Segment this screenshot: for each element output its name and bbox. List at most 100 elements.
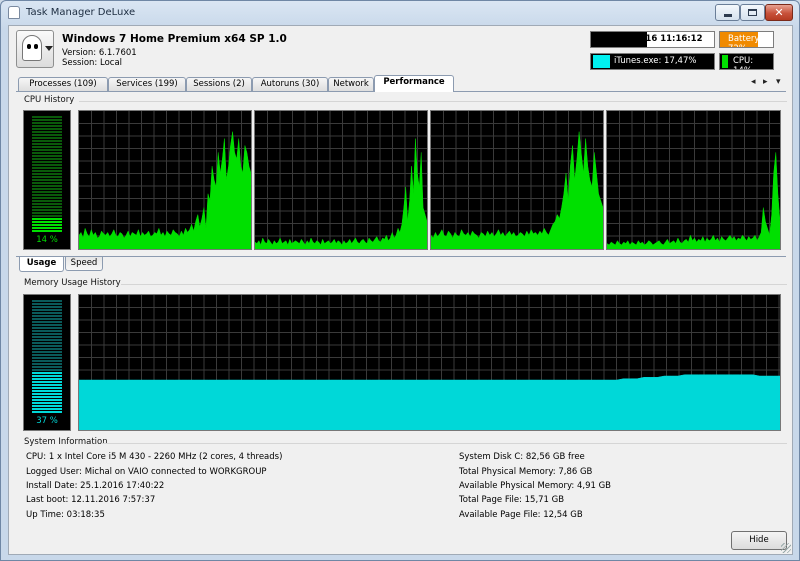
tab-sessions[interactable]: Sessions (2) bbox=[186, 77, 252, 91]
minimize-icon bbox=[723, 14, 732, 17]
meter-segment bbox=[32, 387, 62, 389]
info-up-time: Up Time: 03:18:35 bbox=[26, 510, 105, 520]
info-install-date: Install Date: 25.1.2016 17:40:22 bbox=[26, 481, 165, 491]
meter-segment bbox=[32, 348, 62, 350]
resize-grip[interactable] bbox=[781, 543, 791, 553]
meter-segment bbox=[32, 369, 62, 371]
top-process-label: iTunes.exe: 17,47% bbox=[614, 56, 697, 66]
tab-menu-icon[interactable]: ▾ bbox=[776, 77, 781, 87]
meter-segment bbox=[32, 170, 62, 172]
cpu-label: CPU: 14% bbox=[733, 56, 754, 69]
meter-segment bbox=[32, 182, 62, 184]
usage-area bbox=[607, 152, 780, 249]
meter-segment bbox=[32, 375, 62, 377]
minimize-button[interactable] bbox=[715, 4, 740, 21]
meter-segment bbox=[32, 227, 62, 229]
info-available-physical-memory: Available Physical Memory: 4,91 GB bbox=[459, 481, 612, 491]
info-system-disk: System Disk C: 82,56 GB free bbox=[459, 452, 585, 462]
tab-processes[interactable]: Processes (109) bbox=[18, 77, 108, 91]
meter-segment bbox=[32, 149, 62, 151]
cpu-swatch bbox=[722, 55, 728, 68]
meter-segment bbox=[32, 390, 62, 392]
meter-segment bbox=[32, 152, 62, 154]
subtab-baseline bbox=[16, 256, 786, 257]
meter-segment bbox=[32, 140, 62, 142]
meter-segment bbox=[32, 312, 62, 314]
meter-segment bbox=[32, 224, 62, 226]
meter-segment bbox=[32, 327, 62, 329]
meter-segment bbox=[32, 143, 62, 145]
cpu-core-3-graph bbox=[430, 110, 604, 250]
meter-segment bbox=[32, 408, 62, 410]
meter-segment bbox=[32, 125, 62, 127]
usage-area bbox=[79, 131, 251, 249]
datetime-display: 12.11.2016 11:16:12 bbox=[590, 31, 715, 48]
tab-scroll-right-icon[interactable]: ▸ bbox=[763, 77, 768, 87]
meter-segment bbox=[32, 194, 62, 196]
meter-segment bbox=[32, 119, 62, 121]
top-process-swatch bbox=[593, 55, 610, 68]
meter-segment bbox=[32, 173, 62, 175]
memory-usage-value: 37 % bbox=[36, 416, 58, 426]
info-last-boot: Last boot: 12.11.2016 7:57:37 bbox=[26, 495, 156, 505]
meter-segment bbox=[32, 324, 62, 326]
cpu-core-4-graph bbox=[606, 110, 781, 250]
app-menu-button[interactable] bbox=[16, 30, 54, 68]
maximize-button[interactable] bbox=[740, 4, 765, 21]
usage-area bbox=[431, 131, 603, 249]
datetime-text: 12.11.2016 11:16:12 bbox=[603, 34, 703, 44]
meter-segment bbox=[32, 191, 62, 193]
cpu-history-label: CPU History bbox=[24, 95, 75, 105]
meter-segment bbox=[32, 372, 62, 374]
meter-segment bbox=[32, 315, 62, 317]
meter-segment bbox=[32, 381, 62, 383]
tab-scroll-left-icon[interactable]: ◂ bbox=[751, 77, 756, 87]
info-available-page-file: Available Page File: 12,54 GB bbox=[459, 510, 583, 520]
maximize-icon bbox=[748, 9, 757, 16]
meter-segment bbox=[32, 200, 62, 202]
info-total-page-file: Total Page File: 15,71 GB bbox=[459, 495, 565, 505]
meter-segment bbox=[32, 378, 62, 380]
title-bar[interactable]: Task Manager DeLuxe ✕ bbox=[1, 1, 799, 25]
usage-area bbox=[79, 374, 780, 430]
system-session: Session: Local bbox=[62, 58, 123, 68]
system-name: Windows 7 Home Premium x64 SP 1.0 bbox=[62, 33, 287, 45]
meter-segment bbox=[32, 137, 62, 139]
meter-segment bbox=[32, 164, 62, 166]
system-info-rule bbox=[101, 443, 787, 444]
meter-segment bbox=[32, 333, 62, 335]
cpu-core-1-graph bbox=[78, 110, 252, 250]
meter-segment bbox=[32, 342, 62, 344]
cpu-core-2-graph bbox=[254, 110, 428, 250]
tab-services[interactable]: Services (199) bbox=[108, 77, 186, 91]
meter-segment bbox=[32, 411, 62, 413]
close-button[interactable]: ✕ bbox=[765, 4, 793, 21]
ghost-eye-right bbox=[34, 44, 38, 49]
tab-performance[interactable]: Performance bbox=[374, 75, 454, 92]
subtab-usage[interactable]: Usage bbox=[19, 257, 64, 272]
cpu-core-3-plot bbox=[431, 111, 603, 249]
subtab-speed[interactable]: Speed bbox=[65, 257, 103, 271]
meter-segment bbox=[32, 318, 62, 320]
system-version: Version: 6.1.7601 bbox=[62, 48, 137, 58]
meter-segment bbox=[32, 122, 62, 124]
dropdown-arrow-icon bbox=[45, 46, 53, 51]
meter-segment bbox=[32, 146, 62, 148]
info-cpu: CPU: 1 x Intel Core i5 M 430 - 2260 MHz … bbox=[26, 452, 283, 462]
cpu-indicator: CPU: 14% bbox=[719, 53, 774, 70]
meter-segment bbox=[32, 321, 62, 323]
memory-meter-bars bbox=[32, 300, 62, 413]
hide-button[interactable]: Hide bbox=[731, 531, 787, 550]
meter-segment bbox=[32, 131, 62, 133]
meter-segment bbox=[32, 203, 62, 205]
meter-segment bbox=[32, 393, 62, 395]
meter-segment bbox=[32, 155, 62, 157]
meter-segment bbox=[32, 402, 62, 404]
tab-autoruns[interactable]: Autoruns (30) bbox=[252, 77, 328, 91]
meter-segment bbox=[32, 218, 62, 220]
tab-network[interactable]: Network bbox=[328, 77, 374, 91]
app-ghost-icon bbox=[8, 6, 20, 19]
cpu-usage-value: 14 % bbox=[36, 235, 58, 245]
main-tabs: Processes (109) Services (199) Sessions … bbox=[16, 75, 786, 92]
cpu-meter-bars bbox=[32, 116, 62, 232]
